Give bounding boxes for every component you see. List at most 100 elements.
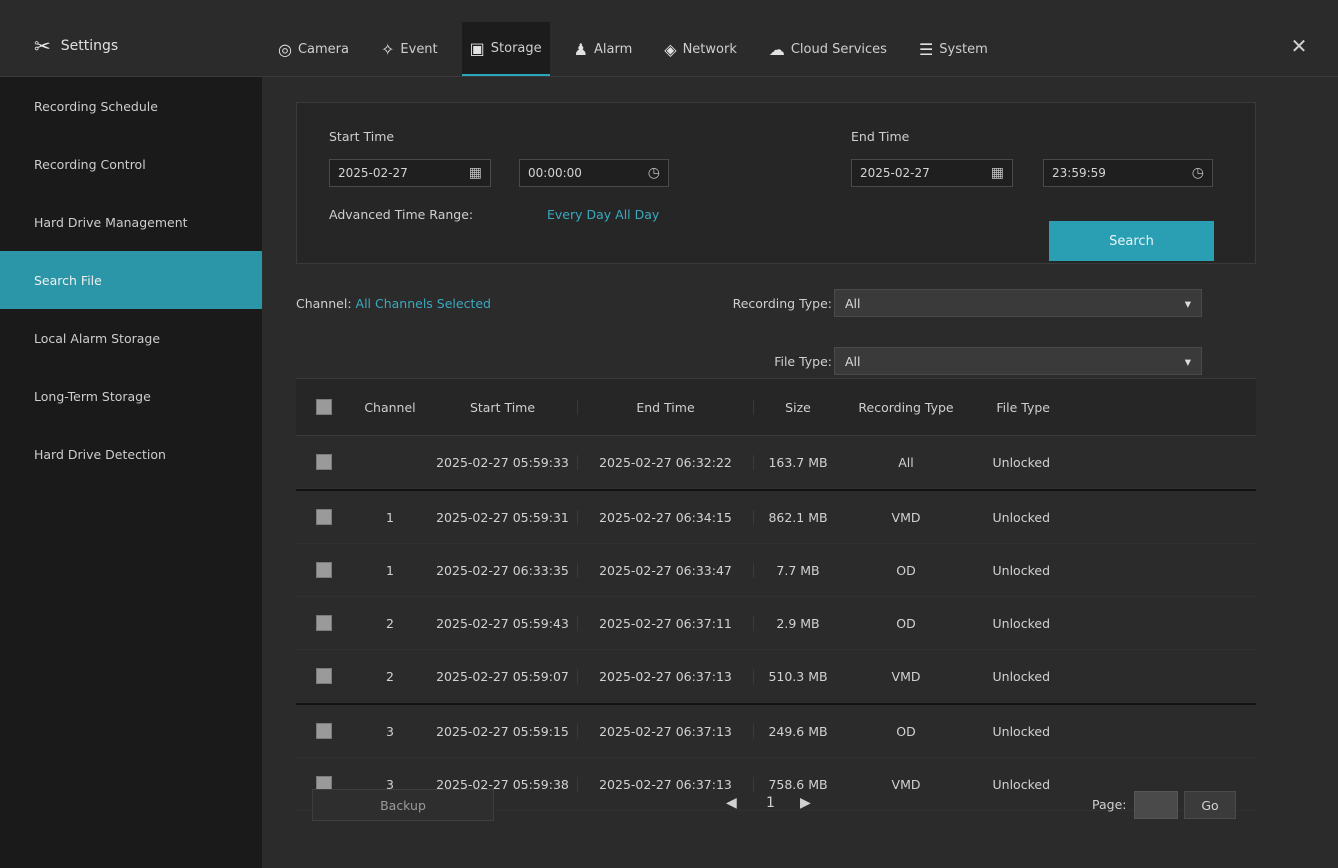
tab-label: Cloud Services bbox=[790, 41, 887, 57]
calendar-icon: ▦ bbox=[468, 165, 482, 181]
header-size[interactable]: Size bbox=[754, 400, 842, 415]
row-checkbox[interactable] bbox=[316, 454, 332, 470]
sidebar-item-label: Recording Schedule bbox=[34, 98, 158, 114]
end-date-field[interactable]: 2025-02-27 ▦ bbox=[851, 159, 1013, 187]
header-recording-type[interactable]: Recording Type bbox=[842, 400, 970, 415]
sidebar: Recording Schedule Recording Control Har… bbox=[0, 77, 262, 868]
channel-selector-link[interactable]: All Channels Selected bbox=[356, 296, 491, 311]
cell-size: 163.7 MB bbox=[768, 454, 828, 470]
cell-file-type: Unlocked bbox=[992, 562, 1050, 578]
table-header: Channel Start Time End Time Size Recordi… bbox=[296, 378, 1256, 436]
cell-recording-type: All bbox=[898, 454, 914, 470]
app-title-label: Settings bbox=[60, 38, 119, 54]
next-page-icon[interactable]: ▶ bbox=[800, 795, 811, 811]
cell-recording-type: VMD bbox=[891, 509, 921, 525]
start-time-field[interactable]: 00:00:00 ◷ bbox=[519, 159, 669, 187]
go-button[interactable]: Go bbox=[1184, 791, 1236, 819]
cell-start-time: 2025-02-27 05:59:33 bbox=[428, 454, 578, 470]
tools-icon: ✂ bbox=[34, 34, 51, 58]
tab-network[interactable]: ◈ Network bbox=[656, 22, 745, 76]
cell-channel: 1 bbox=[386, 562, 394, 578]
cell-size: 510.3 MB bbox=[768, 668, 828, 684]
table-row[interactable]: 1 2025-02-27 06:33:35 2025-02-27 06:33:4… bbox=[296, 544, 1256, 597]
advanced-time-range-link[interactable]: Every Day All Day bbox=[547, 207, 659, 222]
sidebar-item-hard-drive-management[interactable]: Hard Drive Management bbox=[0, 193, 262, 251]
tab-camera[interactable]: ◎ Camera bbox=[270, 22, 357, 76]
sidebar-item-recording-schedule[interactable]: Recording Schedule bbox=[0, 77, 262, 135]
system-icon: ☰ bbox=[918, 39, 934, 59]
table-row[interactable]: 1 2025-02-27 05:59:31 2025-02-27 06:34:1… bbox=[296, 489, 1256, 544]
storage-icon: ▣ bbox=[469, 38, 485, 58]
tab-storage[interactable]: ▣ Storage bbox=[461, 22, 550, 76]
clock-icon: ◷ bbox=[1191, 165, 1204, 181]
close-icon[interactable]: ✕ bbox=[1285, 32, 1313, 60]
cell-file-type: Unlocked bbox=[992, 668, 1050, 684]
cell-channel: 2 bbox=[386, 668, 394, 684]
search-criteria-panel: Start Time 2025-02-27 ▦ 00:00:00 ◷ End T… bbox=[296, 102, 1256, 264]
backup-button[interactable]: Backup bbox=[312, 789, 494, 821]
top-bar: ✂ Settings ◎ Camera ✧ Event ▣ Storage ♟ … bbox=[0, 0, 1338, 77]
cell-size: 2.9 MB bbox=[776, 615, 820, 631]
sidebar-item-long-term-storage[interactable]: Long-Term Storage bbox=[0, 367, 262, 425]
end-time-field[interactable]: 23:59:59 ◷ bbox=[1043, 159, 1213, 187]
tab-event[interactable]: ✧ Event bbox=[373, 22, 446, 76]
cell-end-time: 2025-02-27 06:37:13 bbox=[578, 723, 754, 739]
main-tabs: ◎ Camera ✧ Event ▣ Storage ♟ Alarm ◈ Net… bbox=[270, 22, 996, 76]
sidebar-item-search-file[interactable]: Search File bbox=[0, 251, 262, 309]
start-time-label: Start Time bbox=[329, 129, 395, 144]
file-type-value: All bbox=[845, 353, 861, 369]
cell-size: 862.1 MB bbox=[768, 509, 828, 525]
row-checkbox[interactable] bbox=[316, 562, 332, 578]
prev-page-icon[interactable]: ◀ bbox=[726, 795, 737, 811]
cell-end-time: 2025-02-27 06:37:13 bbox=[578, 668, 754, 684]
sidebar-item-label: Local Alarm Storage bbox=[34, 330, 161, 346]
tab-label: Camera bbox=[297, 41, 349, 57]
cloud-icon: ☁ bbox=[768, 39, 785, 59]
sidebar-item-label: Hard Drive Detection bbox=[34, 446, 166, 462]
event-icon: ✧ bbox=[381, 39, 395, 59]
cell-file-type: Unlocked bbox=[992, 509, 1050, 525]
recording-type-select[interactable]: All ▾ bbox=[834, 289, 1202, 317]
cell-recording-type: VMD bbox=[891, 668, 921, 684]
table-row[interactable]: 2 2025-02-27 05:59:07 2025-02-27 06:37:1… bbox=[296, 650, 1256, 703]
row-checkbox[interactable] bbox=[316, 615, 332, 631]
search-button[interactable]: Search bbox=[1049, 221, 1214, 261]
recording-type-label: Recording Type: bbox=[732, 296, 832, 311]
chevron-down-icon: ▾ bbox=[1184, 295, 1191, 311]
tab-cloud-services[interactable]: ☁ Cloud Services bbox=[761, 22, 895, 76]
cell-start-time: 2025-02-27 05:59:43 bbox=[428, 615, 578, 631]
tab-label: Alarm bbox=[594, 41, 633, 57]
sidebar-item-hard-drive-detection[interactable]: Hard Drive Detection bbox=[0, 425, 262, 483]
cell-start-time: 2025-02-27 05:59:07 bbox=[428, 668, 578, 684]
header-file-type[interactable]: File Type bbox=[970, 400, 1060, 415]
recording-type-value: All bbox=[845, 295, 861, 311]
file-type-select[interactable]: All ▾ bbox=[834, 347, 1202, 375]
cell-channel: 1 bbox=[386, 509, 394, 525]
page-input[interactable] bbox=[1134, 791, 1178, 819]
sidebar-item-local-alarm-storage[interactable]: Local Alarm Storage bbox=[0, 309, 262, 367]
start-time-value: 00:00:00 bbox=[528, 166, 582, 180]
select-all-checkbox[interactable] bbox=[316, 399, 332, 415]
file-type-label: File Type: bbox=[774, 354, 832, 369]
cell-end-time: 2025-02-27 06:33:47 bbox=[578, 562, 754, 578]
row-checkbox[interactable] bbox=[316, 668, 332, 684]
sidebar-item-label: Recording Control bbox=[34, 156, 146, 172]
header-end-time[interactable]: End Time bbox=[578, 399, 754, 415]
tab-alarm[interactable]: ♟ Alarm bbox=[566, 22, 641, 76]
header-channel[interactable]: Channel bbox=[352, 400, 428, 415]
cell-file-type: Unlocked bbox=[992, 615, 1050, 631]
tab-system[interactable]: ☰ System bbox=[911, 22, 996, 76]
page-label: Page: bbox=[1092, 797, 1127, 812]
table-row[interactable]: 2 2025-02-27 05:59:43 2025-02-27 06:37:1… bbox=[296, 597, 1256, 650]
sidebar-item-recording-control[interactable]: Recording Control bbox=[0, 135, 262, 193]
start-date-field[interactable]: 2025-02-27 ▦ bbox=[329, 159, 491, 187]
row-checkbox[interactable] bbox=[316, 723, 332, 739]
chevron-down-icon: ▾ bbox=[1184, 353, 1191, 369]
table-row[interactable]: 2025-02-27 05:59:33 2025-02-27 06:32:22 … bbox=[296, 436, 1256, 489]
row-checkbox[interactable] bbox=[316, 509, 332, 525]
tab-label: Event bbox=[400, 41, 438, 57]
table-row[interactable]: 3 2025-02-27 05:59:15 2025-02-27 06:37:1… bbox=[296, 703, 1256, 758]
cell-recording-type: OD bbox=[896, 562, 916, 578]
header-start-time[interactable]: Start Time bbox=[428, 399, 578, 415]
main-panel: Start Time 2025-02-27 ▦ 00:00:00 ◷ End T… bbox=[262, 77, 1338, 868]
